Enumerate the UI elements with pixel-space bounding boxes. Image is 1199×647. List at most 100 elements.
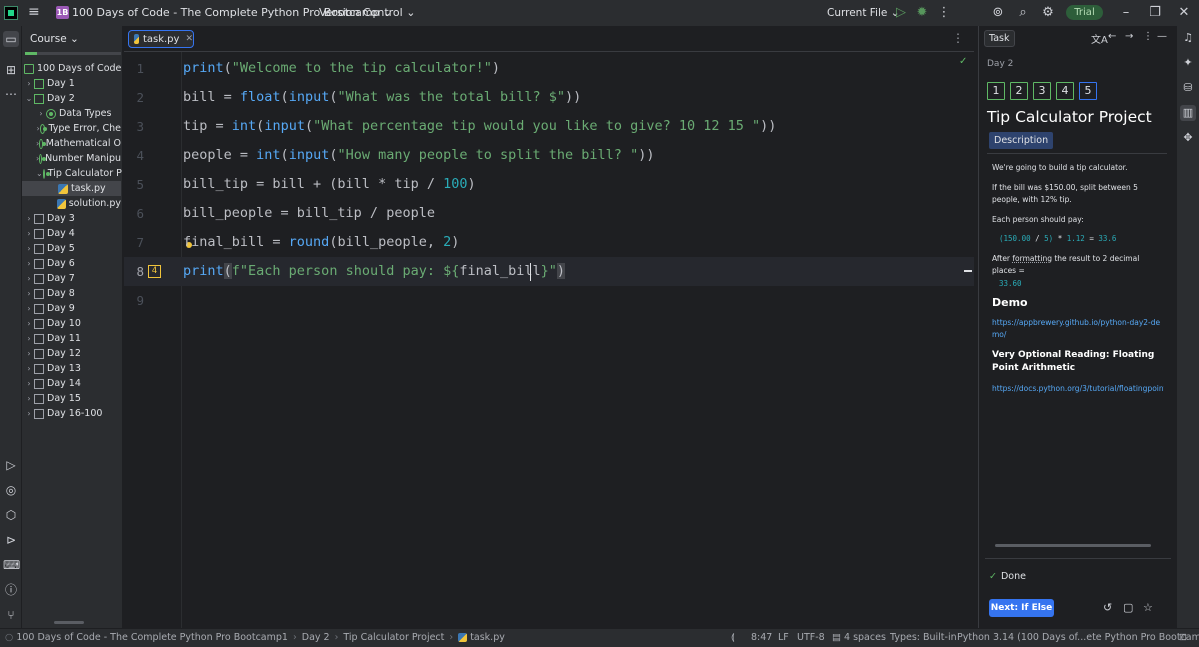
tree-item[interactable]: › Day 13 <box>24 361 121 376</box>
tree-item[interactable]: task.py <box>22 181 121 196</box>
tree-item[interactable]: ⌄ Tip Calculator P <box>36 166 122 181</box>
hamburger-menu-icon[interactable]: ≡ <box>28 5 42 19</box>
chevron-right-icon[interactable]: › <box>24 301 34 316</box>
close-icon[interactable]: ✕ <box>1176 5 1192 21</box>
task-step-3[interactable]: 3 <box>1033 82 1051 100</box>
hide-panel-icon[interactable]: — <box>1157 31 1167 42</box>
tree-item[interactable]: solution.py <box>48 196 121 211</box>
next-task-icon[interactable]: → <box>1125 31 1133 42</box>
chevron-right-icon[interactable]: › <box>24 76 34 91</box>
code-line-9[interactable]: 9 <box>124 286 974 315</box>
star-icon[interactable]: ☆ <box>1143 601 1153 614</box>
breadcrumb-item[interactable]: Tip Calculator Project <box>343 632 444 643</box>
feedback-icon[interactable]: ▢ <box>1123 601 1133 614</box>
chevron-right-icon[interactable]: › <box>24 376 34 391</box>
tree-item[interactable]: › Day 4 <box>24 226 121 241</box>
version-control-dropdown[interactable]: Version Control ⌄ <box>319 6 415 19</box>
tree-item[interactable]: › Day 16-100 <box>24 406 121 421</box>
next-task-button[interactable]: Next: If Else <box>989 599 1054 617</box>
code-line-1[interactable]: 1 print("Welcome to the tip calculator!"… <box>124 54 974 83</box>
tree-item[interactable]: › Day 1 <box>24 76 121 91</box>
search-icon[interactable]: ⌕ <box>1015 5 1031 21</box>
problems-icon[interactable]: ⓘ <box>3 582 19 598</box>
trial-badge[interactable]: Trial <box>1066 5 1103 20</box>
python-console-icon[interactable]: ⬡ <box>3 507 19 523</box>
tree-item[interactable]: › Day 10 <box>24 316 121 331</box>
tree-root[interactable]: 100 Days of Code - The Complete Python P… <box>24 61 122 76</box>
chevron-right-icon[interactable]: › <box>24 361 34 376</box>
cursor-position[interactable]: 8:47 <box>751 629 772 647</box>
chevron-right-icon[interactable]: › <box>24 331 34 346</box>
tree-scrollbar[interactable] <box>54 621 84 624</box>
tree-item[interactable]: › Day 9 <box>24 301 121 316</box>
code-line-4[interactable]: 4 people = int(input("How many people to… <box>124 141 974 170</box>
database-icon[interactable]: ⛁ <box>1180 80 1196 96</box>
tree-item[interactable]: › Number Manipu <box>36 151 121 166</box>
ai-chat-icon[interactable]: ✦ <box>1180 55 1196 71</box>
project-folder-icon[interactable]: ▭ <box>3 31 19 47</box>
tree-item[interactable]: › Day 3 <box>24 211 121 226</box>
services-icon[interactable]: ⊳ <box>3 532 19 548</box>
code-line-3[interactable]: 3 tip = int(input("What percentage tip w… <box>124 112 974 141</box>
reset-task-icon[interactable]: ↺ <box>1103 601 1112 614</box>
terminal-icon[interactable]: ⌨ <box>3 557 20 573</box>
chevron-right-icon[interactable]: › <box>24 256 34 271</box>
course-dropdown[interactable]: Course ⌄ <box>30 33 79 45</box>
chevron-right-icon[interactable]: › <box>24 316 34 331</box>
chevron-down-icon[interactable]: ⌄ <box>36 166 43 181</box>
chevron-down-icon[interactable]: ⌄ <box>24 91 34 106</box>
type-checker[interactable]: Types: Built-in <box>890 629 957 647</box>
chevron-right-icon[interactable]: › <box>24 286 34 301</box>
app-logo-icon[interactable] <box>4 6 18 20</box>
tree-item[interactable]: › Data Types <box>36 106 121 121</box>
code-line-6[interactable]: 6 bill_people = bill_tip / people <box>124 199 974 228</box>
code-line-2[interactable]: 2 bill = float(input("What was the total… <box>124 83 974 112</box>
translate-icon[interactable]: 文A <box>1091 31 1108 46</box>
tree-item[interactable]: › Day 5 <box>24 241 121 256</box>
run-tool-icon[interactable]: ▷ <box>3 457 19 473</box>
tree-item[interactable]: › Day 11 <box>24 331 121 346</box>
run-configuration-dropdown[interactable]: Current File ⌄ <box>827 7 900 19</box>
tree-item[interactable]: › Day 12 <box>24 346 121 361</box>
git-icon[interactable]: ⑂ <box>3 607 19 623</box>
file-encoding[interactable]: UTF-8 <box>797 629 825 647</box>
task-step-5[interactable]: 5 <box>1079 82 1097 100</box>
floating-point-link[interactable]: https://docs.python.org/3/tutorial/float… <box>992 384 1164 393</box>
breadcrumb-item[interactable]: 100 Days of Code - The Complete Python P… <box>16 632 288 643</box>
task-step-1[interactable]: 1 <box>987 82 1005 100</box>
error-stripe-marker[interactable] <box>964 270 972 272</box>
debug-icon[interactable]: ✹ <box>914 5 930 21</box>
task-step-4[interactable]: 4 <box>1056 82 1074 100</box>
tab-task[interactable]: Task <box>984 30 1015 47</box>
lock-icon[interactable]: ⊡ <box>1179 629 1187 647</box>
code-line-8[interactable]: 8 4 print(f"Each person should pay: ${fi… <box>124 257 974 286</box>
breadcrumb-item[interactable]: Day 2 <box>302 632 330 643</box>
plugins-icon[interactable]: ✥ <box>1180 130 1196 146</box>
chevron-right-icon[interactable]: › <box>24 241 34 256</box>
python-interpreter[interactable]: Python 3.14 (100 Days of...ete Python Pr… <box>957 629 1199 647</box>
chevron-right-icon[interactable]: › <box>24 211 34 226</box>
more-icon[interactable]: ⋮ <box>1143 31 1153 42</box>
project-badge[interactable]: 1B <box>56 6 69 19</box>
tree-item[interactable]: ⌄ Day 2 <box>24 91 121 106</box>
glossary-term[interactable]: formatting <box>1012 254 1052 263</box>
line-separator[interactable]: LF <box>778 629 789 647</box>
ai-assistant-icon[interactable]: ⊚ <box>990 5 1006 21</box>
tree-item[interactable]: › Day 15 <box>24 391 121 406</box>
tree-item[interactable]: › Type Error, Che <box>36 121 121 136</box>
previous-task-icon[interactable]: ← <box>1108 31 1116 42</box>
more-tools-icon[interactable]: ⋯ <box>3 86 19 102</box>
read-mode-icon[interactable]: ⟬ <box>731 629 735 647</box>
task-book-icon[interactable]: ▥ <box>1180 105 1196 121</box>
minimize-icon[interactable]: – <box>1118 5 1134 21</box>
chevron-right-icon[interactable]: › <box>24 346 34 361</box>
notifications-bell-icon[interactable]: ♫ <box>1180 30 1196 46</box>
chevron-right-icon[interactable]: › <box>24 391 34 406</box>
code-line-5[interactable]: 5 bill_tip = bill + (bill * tip / 100) <box>124 170 974 199</box>
tab-description[interactable]: Description <box>989 132 1054 149</box>
tab-task-py[interactable]: task.py ✕ <box>128 30 194 48</box>
indent-setting[interactable]: ▤ 4 spaces <box>832 629 886 647</box>
chevron-right-icon[interactable]: › <box>24 271 34 286</box>
tree-item[interactable]: › Day 14 <box>24 376 121 391</box>
close-tab-icon[interactable]: ✕ <box>185 34 193 44</box>
